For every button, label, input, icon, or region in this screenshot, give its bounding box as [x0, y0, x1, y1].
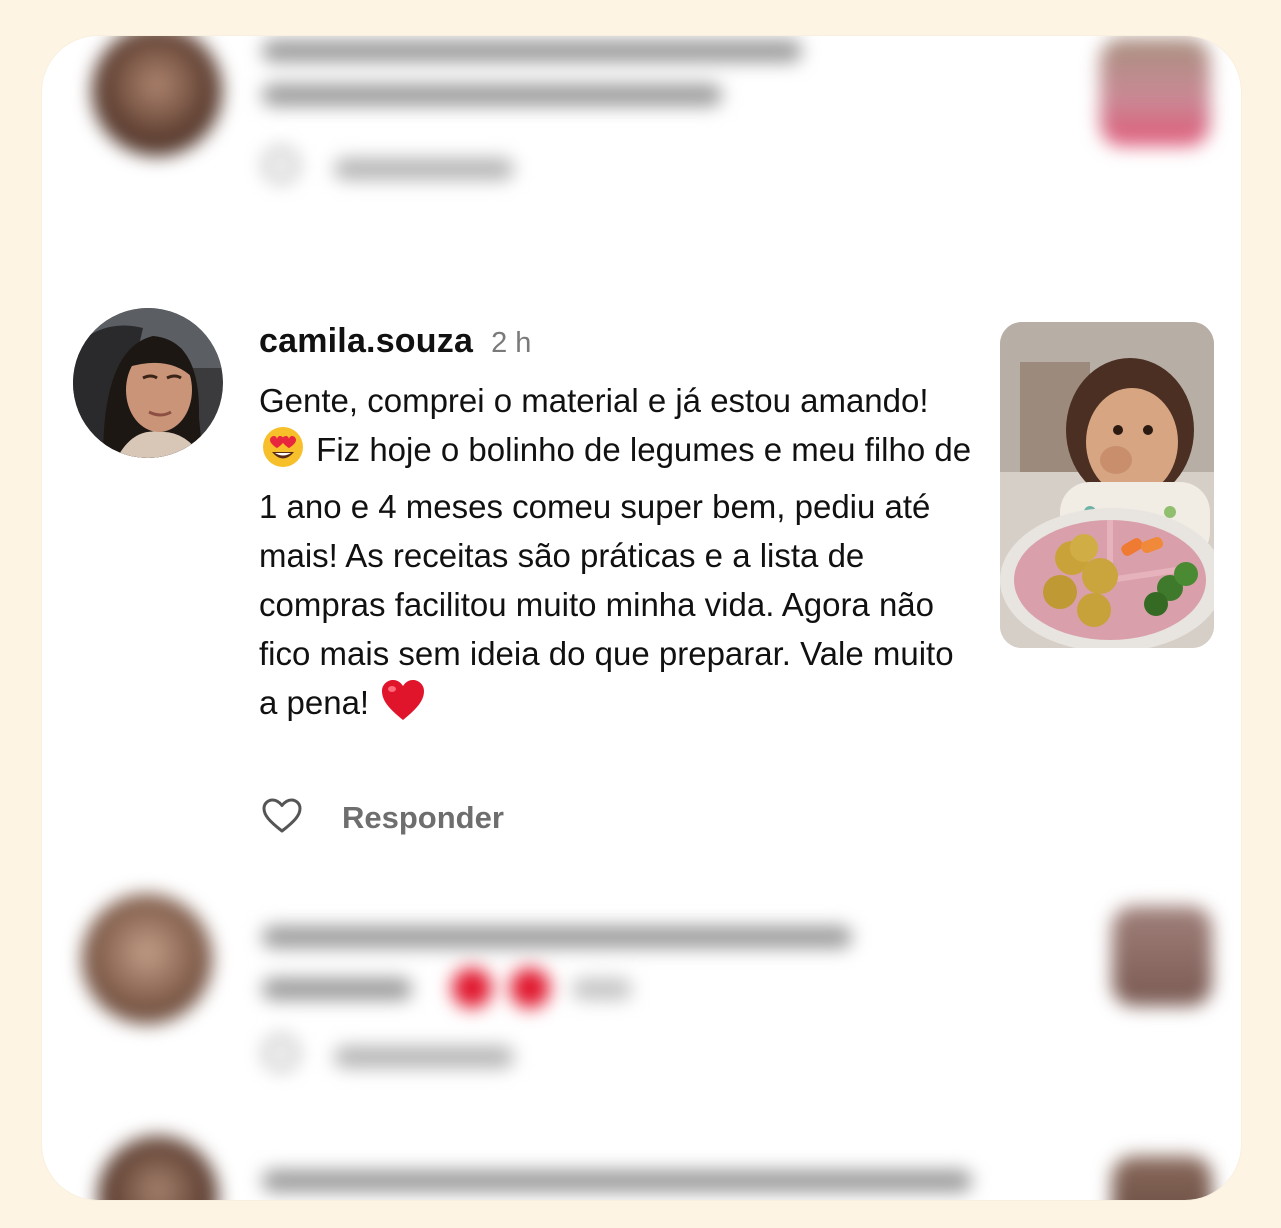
timestamp: 2 h [491, 327, 532, 359]
blurred-comment-below [42, 886, 1241, 1086]
like-button[interactable] [260, 796, 304, 840]
comment-text-part1: Gente, comprei o material e já estou ama… [259, 382, 929, 419]
comment-text-part2: Fiz hoje o bolinho de legumes e meu filh… [259, 431, 972, 721]
comments-card: camila.souza 2 h Gente, comprei o materi… [42, 36, 1241, 1200]
heart-outline-icon [262, 798, 302, 839]
comment-header: camila.souza 2 h [259, 322, 531, 361]
reply-button[interactable]: Responder [342, 800, 504, 836]
attached-photo[interactable] [1000, 322, 1214, 648]
blurred-comment-bottom [42, 1116, 1241, 1200]
comment-text: Gente, comprei o material e já estou ama… [259, 376, 975, 735]
avatar[interactable] [73, 308, 223, 458]
red-heart-emoji [380, 678, 426, 735]
comment-actions: Responder [260, 796, 504, 840]
blurred-comment-above [42, 36, 1241, 236]
heart-eyes-emoji [261, 425, 305, 482]
username[interactable]: camila.souza [259, 322, 473, 361]
